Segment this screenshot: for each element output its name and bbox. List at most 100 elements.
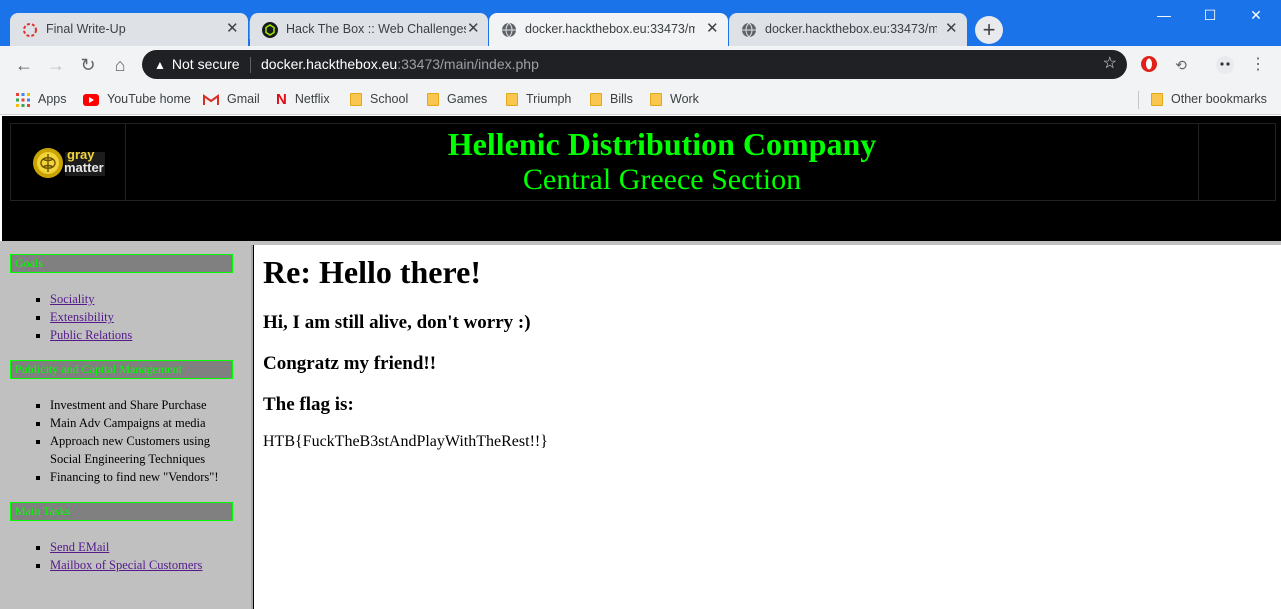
tab-title: Final Write-Up (46, 22, 126, 36)
web-page: gray matter Hellenic Distribution Compan… (0, 115, 1281, 609)
tab-title: docker.hackthebox.eu:33473/main (765, 22, 937, 36)
main-tasks-list: Send EMail Mailbox of Special Customers (28, 538, 202, 574)
reload-button[interactable]: ↻ (77, 54, 99, 76)
frame-border (251, 245, 254, 609)
list-item: Send EMail (50, 538, 202, 556)
extension-icon[interactable]: ⟲ (1171, 55, 1191, 75)
home-button[interactable]: ⌂ (109, 54, 131, 76)
section-subtitle: Central Greece Section (522, 163, 802, 196)
bookmark-star-icon[interactable]: ☆ (1103, 53, 1117, 73)
omnibox-separator (250, 57, 251, 73)
address-bar[interactable]: ▲ Not secure docker.hackthebox.eu:33473/m… (142, 50, 1127, 79)
company-title: Hellenic Distribution Company (447, 126, 877, 162)
link-sociality[interactable]: Sociality (50, 292, 94, 306)
message-line-1: Hi, I am still alive, don't worry :) (263, 312, 531, 333)
opera-extension-icon[interactable] (1139, 55, 1159, 75)
bookmark-label: School (370, 92, 409, 106)
site-banner: gray matter Hellenic Distribution Compan… (2, 116, 1281, 241)
message-title: Re: Hello there! (263, 254, 481, 290)
bookmark-folder-school[interactable]: School (350, 89, 408, 109)
folder-icon (650, 93, 662, 107)
bookmark-gmail[interactable]: Gmail (203, 89, 260, 109)
close-icon[interactable]: ✕ (467, 21, 480, 37)
bookmark-folder-games[interactable]: Games (427, 89, 487, 109)
list-item: Approach new Customers using Social Engi… (50, 432, 230, 468)
gmail-icon (203, 93, 219, 105)
bookmark-label: Netflix (294, 92, 330, 106)
sidebar: Goals Sociality Extensibility Public Rel… (0, 245, 251, 609)
link-extensibility[interactable]: Extensibility (50, 310, 114, 324)
bookmark-folder-work[interactable]: Work (650, 89, 699, 109)
tab-docker-active[interactable]: docker.hackthebox.eu:33473/main ✕ (489, 13, 728, 46)
tab-hack-the-box[interactable]: Hack The Box :: Web Challenges ✕ (250, 13, 488, 46)
maximize-button[interactable]: ☐ (1187, 4, 1233, 26)
bookmark-label: Games (447, 92, 488, 106)
apps-grid-icon (16, 92, 30, 107)
tab-docker[interactable]: docker.hackthebox.eu:33473/main ✕ (729, 13, 967, 46)
bookmark-label: Other bookmarks (1171, 92, 1267, 106)
url-text[interactable]: docker.hackthebox.eu:33473/main/index.ph… (261, 56, 539, 72)
bookmark-label: Work (670, 92, 699, 106)
warning-icon: ▲ (154, 58, 166, 72)
minimize-button[interactable]: — (1141, 4, 1187, 26)
message-content: Re: Hello there! Hi, I am still alive, d… (255, 245, 1281, 609)
profile-avatar[interactable] (1215, 55, 1235, 75)
tab-final-write-up[interactable]: Final Write-Up ✕ (10, 13, 248, 46)
flag-text: HTB{FuckTheB3stAndPlayWithTheRest!!} (263, 433, 548, 450)
security-label: Not secure (171, 56, 240, 72)
close-window-button[interactable]: ✕ (1233, 4, 1279, 26)
bookmark-netflix[interactable]: N Netflix (276, 89, 330, 109)
url-path: :33473/main/index.php (397, 56, 539, 72)
publicity-list: Investment and Share Purchase Main Adv C… (28, 396, 230, 486)
new-tab-button[interactable]: + (975, 16, 1003, 44)
bookmark-youtube[interactable]: YouTube home (83, 89, 191, 109)
more-menu-icon[interactable]: ⋮ (1248, 55, 1268, 75)
folder-icon (1151, 93, 1163, 107)
browser-toolbar: ← → ↻ ⌂ ▲ Not secure docker.hackthebox.eu… (0, 46, 1281, 84)
bookmark-label: Apps (38, 92, 67, 106)
link-send-email[interactable]: Send EMail (50, 540, 109, 554)
bookmark-label: Bills (610, 92, 633, 106)
security-indicator[interactable]: ▲ Not secure (154, 56, 240, 72)
close-icon[interactable]: ✕ (706, 21, 719, 37)
message-line-2: Congratz my friend!! (263, 353, 437, 374)
bookmarks-bar: Apps YouTube home Gmail N Netflix School … (0, 84, 1281, 115)
link-public-relations[interactable]: Public Relations (50, 328, 132, 342)
globe-icon (502, 22, 516, 38)
list-item: Financing to find new "Vendors"! (50, 468, 230, 486)
bookmark-label: YouTube home (107, 92, 191, 106)
bookmark-folder-bills[interactable]: Bills (590, 89, 633, 109)
close-icon[interactable]: ✕ (226, 21, 239, 37)
goals-list: Sociality Extensibility Public Relations (28, 290, 132, 344)
bookmark-other[interactable]: Other bookmarks (1151, 89, 1267, 109)
list-item: Extensibility (50, 308, 132, 326)
tab-title: docker.hackthebox.eu:33473/main (525, 22, 695, 36)
bookmark-folder-triumph[interactable]: Triumph (506, 89, 571, 109)
list-item: Sociality (50, 290, 132, 308)
close-icon[interactable]: ✕ (945, 21, 958, 37)
folder-icon (427, 93, 439, 107)
folder-icon (590, 93, 602, 107)
back-button[interactable]: ← (13, 54, 35, 76)
url-host: docker.hackthebox.eu (261, 56, 398, 72)
loading-ring-icon (23, 23, 37, 37)
netflix-icon: N (276, 90, 287, 108)
htb-cube-icon (262, 22, 278, 38)
list-item: Public Relations (50, 326, 132, 344)
link-mailbox-special-customers[interactable]: Mailbox of Special Customers (50, 558, 202, 572)
bookmark-apps[interactable]: Apps (16, 89, 67, 109)
bookmarks-separator (1138, 91, 1139, 109)
folder-icon (506, 93, 518, 107)
tab-strip: Final Write-Up ✕ Hack The Box :: Web Cha… (0, 0, 1281, 46)
forward-button[interactable]: → (45, 54, 67, 76)
sidebar-heading-main-tasks: Main Tasks (10, 502, 233, 521)
bookmark-label: Gmail (227, 92, 260, 106)
folder-icon (350, 93, 362, 107)
message-line-3: The flag is: (263, 394, 354, 415)
globe-icon (742, 22, 756, 38)
list-item: Investment and Share Purchase (50, 396, 230, 414)
tab-title: Hack The Box :: Web Challenges (286, 22, 466, 36)
sidebar-heading-publicity: Publicity and Capital Management (10, 360, 233, 379)
list-item: Mailbox of Special Customers (50, 556, 202, 574)
youtube-icon (83, 93, 99, 106)
